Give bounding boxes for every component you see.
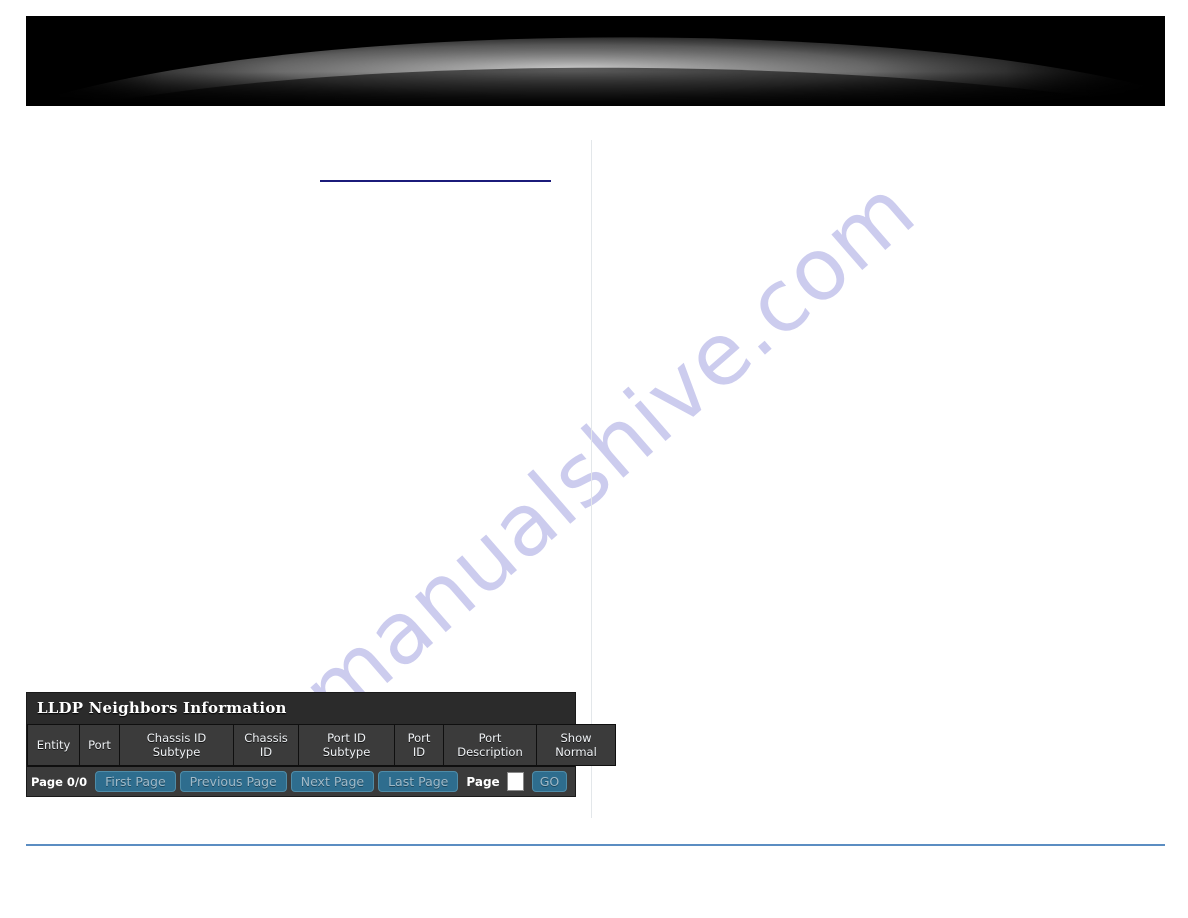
column-header-show-normal: Show Normal [536,724,616,766]
column-header-line2: Normal [555,745,597,759]
column-header-line1: Show [560,731,592,745]
previous-page-button[interactable]: Previous Page [179,771,287,792]
first-page-button[interactable]: First Page [95,771,176,792]
content-area: LLDP Neighbors Information Entity Port C… [0,110,1188,830]
last-page-button[interactable]: Last Page [378,771,459,792]
column-header-line2: Subtype [152,745,201,759]
lldp-neighbors-panel: LLDP Neighbors Information Entity Port C… [26,692,616,797]
column-header-line1: Chassis [244,731,288,745]
table-header-row: Entity Port Chassis ID Subtype Chassis I… [27,724,616,766]
lldp-neighbors-table: Entity Port Chassis ID Subtype Chassis I… [27,724,616,766]
column-header-chassis-id-subtype: Chassis ID Subtype [119,724,234,766]
column-header-port-id: Port ID [394,724,444,766]
banner-swoosh-graphic [26,16,1165,106]
column-header-line1: Chassis ID [146,731,207,745]
banner-arc-svg [26,16,1165,106]
panel-title: LLDP Neighbors Information [27,693,575,724]
pagination-bar: Page 0/0 First Page Previous Page Next P… [27,766,575,796]
column-header-line2: ID [259,745,273,759]
column-header-chassis-id: Chassis ID [233,724,299,766]
column-header-line2: ID [412,745,426,759]
footer-rule [26,844,1165,846]
column-header-line2: Subtype [322,745,371,759]
column-header-port-description: Port Description [443,724,537,766]
next-page-button[interactable]: Next Page [290,771,375,792]
go-button[interactable]: GO [531,771,568,792]
column-header-line2: Description [457,745,523,759]
page-count-label: Page 0/0 [31,774,88,789]
column-header-port: Port [79,724,120,766]
page-number-input[interactable] [506,772,524,791]
column-divider [591,140,592,818]
page-input-label: Page [466,774,500,789]
column-header-line1: Port ID [327,731,366,745]
header-banner [26,16,1165,106]
column-header-entity: Entity [27,724,80,766]
column-header-line1: Port [478,731,502,745]
column-header-port-id-subtype: Port ID Subtype [298,724,395,766]
column-header-line1: Port [407,731,431,745]
section-rule [320,180,551,182]
page-root: manualshive.com LLDP Neighbors Informati… [0,0,1188,918]
